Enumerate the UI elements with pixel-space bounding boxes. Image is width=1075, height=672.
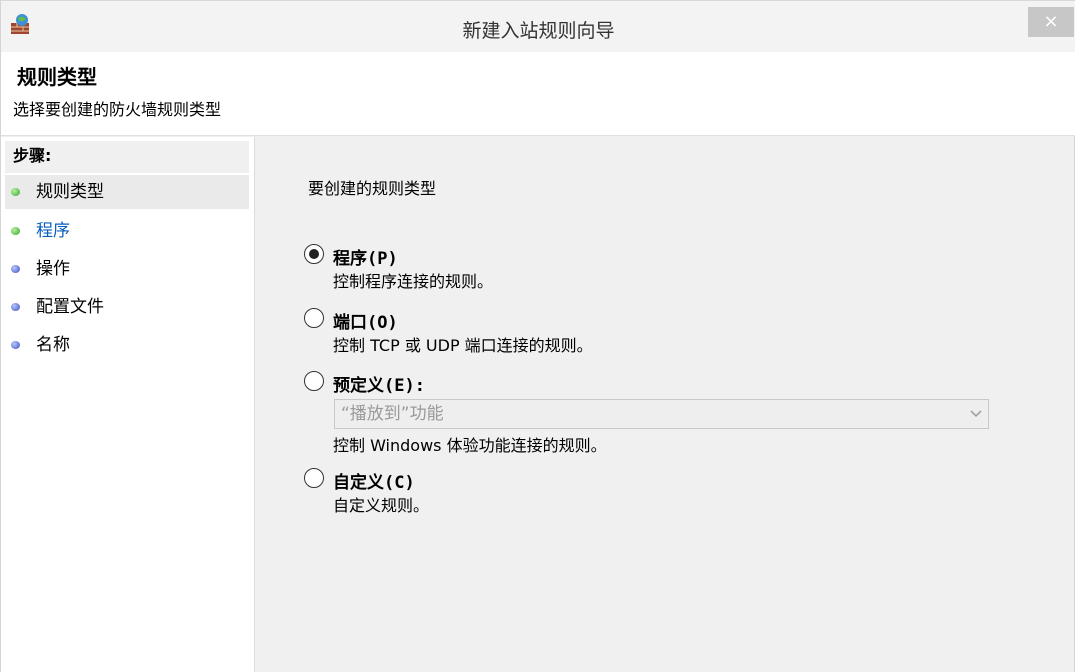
radio-program[interactable] bbox=[304, 244, 324, 264]
step-label: 名称 bbox=[36, 335, 70, 355]
window-title: 新建入站规则向导 bbox=[462, 20, 615, 42]
option-description: 控制程序连接的规则。 bbox=[333, 272, 494, 291]
predefined-select-value: “播放到”功能 bbox=[341, 404, 444, 424]
radio-predefined[interactable] bbox=[304, 371, 324, 391]
page-title: 规则类型 bbox=[17, 65, 97, 89]
step-label: 配置文件 bbox=[36, 297, 104, 317]
title-bar[interactable]: 新建入站规则向导 × bbox=[1, 0, 1075, 52]
page-subtitle: 选择要创建的防火墙规则类型 bbox=[13, 100, 222, 119]
step-item-rule-type: 规则类型 bbox=[5, 175, 249, 209]
step-item-name: 名称 bbox=[5, 328, 249, 362]
step-item-profile: 配置文件 bbox=[5, 290, 249, 324]
option-description: 自定义规则。 bbox=[333, 496, 430, 515]
option-label[interactable]: 端口(O) bbox=[333, 308, 398, 333]
steps-sidebar: 步骤: 规则类型 程序 操作 配置文件 名称 bbox=[1, 137, 255, 672]
option-label[interactable]: 预定义(E): bbox=[333, 371, 425, 396]
main-content: 要创建的规则类型 程序(P) 控制程序连接的规则。 端口(O) 控制 TCP 或… bbox=[256, 137, 1074, 672]
option-label[interactable]: 程序(P) bbox=[333, 244, 398, 269]
wizard-window: 新建入站规则向导 × 规则类型 选择要创建的防火墙规则类型 步骤: 规则类型 程… bbox=[0, 0, 1075, 672]
green-bullet-icon bbox=[11, 188, 20, 196]
close-icon: × bbox=[1043, 11, 1059, 32]
radio-custom[interactable] bbox=[304, 468, 324, 488]
step-item-program[interactable]: 程序 bbox=[5, 214, 249, 248]
predefined-select[interactable]: “播放到”功能 bbox=[334, 399, 989, 429]
step-label: 规则类型 bbox=[36, 182, 104, 202]
step-item-action: 操作 bbox=[5, 252, 249, 286]
option-description: 控制 TCP 或 UDP 端口连接的规则。 bbox=[333, 336, 593, 355]
blue-bullet-icon bbox=[11, 341, 20, 349]
close-button[interactable]: × bbox=[1028, 7, 1074, 37]
blue-bullet-icon bbox=[11, 303, 20, 311]
green-bullet-icon bbox=[11, 227, 20, 235]
predefined-description: 控制 Windows 体验功能连接的规则。 bbox=[333, 436, 607, 455]
blue-bullet-icon bbox=[11, 265, 20, 273]
wizard-header: 规则类型 选择要创建的防火墙规则类型 bbox=[1, 52, 1075, 136]
rule-type-prompt: 要创建的规则类型 bbox=[308, 179, 437, 198]
radio-port[interactable] bbox=[304, 308, 324, 328]
chevron-down-icon bbox=[970, 400, 982, 438]
option-label[interactable]: 自定义(C) bbox=[333, 468, 415, 493]
step-label: 操作 bbox=[36, 259, 70, 279]
step-label[interactable]: 程序 bbox=[36, 221, 70, 241]
steps-header: 步骤: bbox=[5, 141, 249, 173]
